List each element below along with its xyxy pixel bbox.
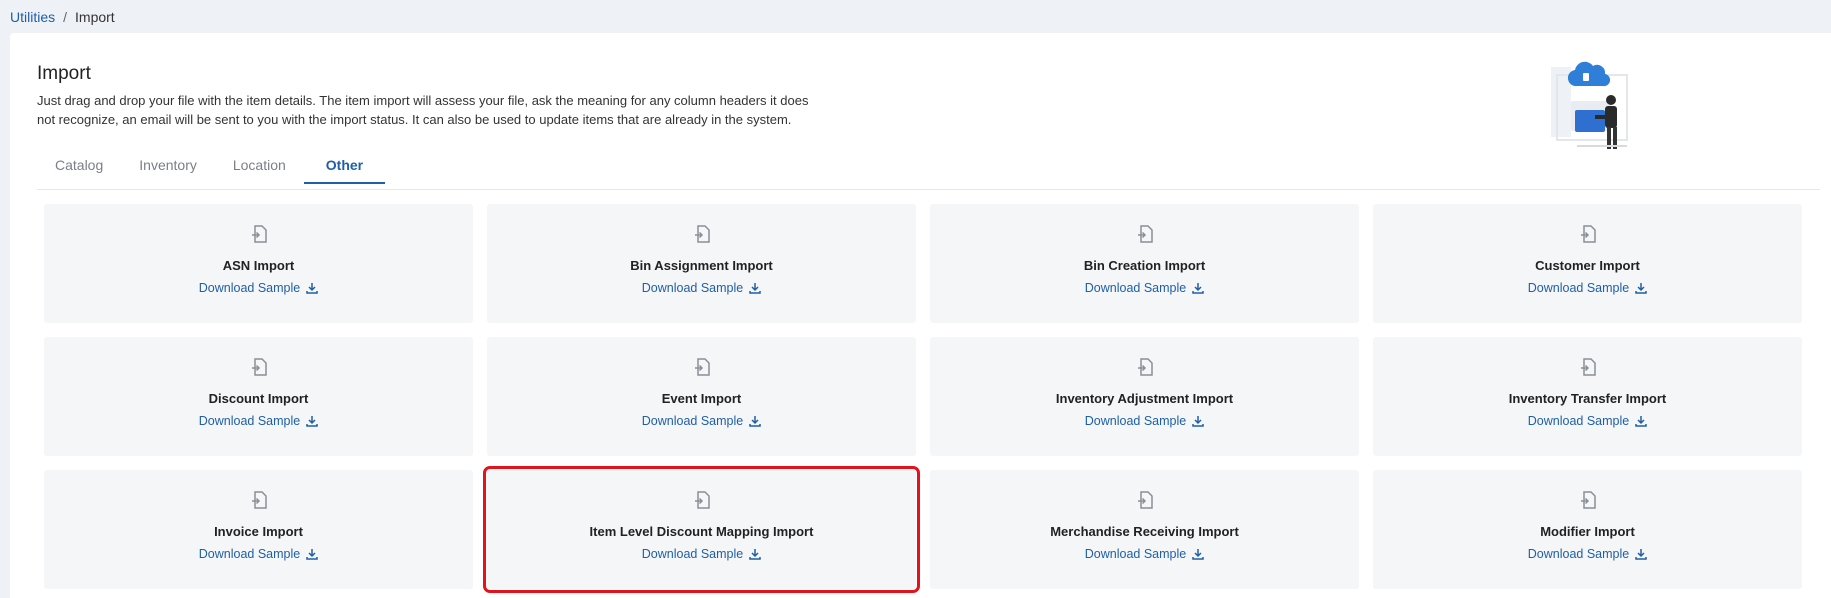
breadcrumb-current: Import bbox=[75, 8, 115, 25]
file-import-icon bbox=[1580, 225, 1596, 243]
file-import-icon bbox=[694, 491, 710, 509]
download-label: Download Sample bbox=[1084, 281, 1187, 295]
tab-catalog[interactable]: Catalog bbox=[37, 148, 121, 182]
card-title: Modifier Import bbox=[1540, 524, 1635, 539]
download-label: Download Sample bbox=[198, 281, 301, 295]
download-icon bbox=[749, 283, 761, 294]
file-import-icon bbox=[694, 225, 710, 243]
import-card-discount[interactable]: Discount Import Download Sample bbox=[44, 337, 473, 456]
import-card-item-level-discount-mapping[interactable]: Item Level Discount Mapping Import Downl… bbox=[483, 466, 920, 593]
card-title: Inventory Adjustment Import bbox=[1055, 391, 1234, 406]
download-icon bbox=[1635, 549, 1647, 560]
download-icon bbox=[1192, 549, 1204, 560]
import-card-modifier[interactable]: Modifier Import Download Sample bbox=[1373, 470, 1802, 589]
card-title: Inventory Transfer Import bbox=[1508, 391, 1667, 406]
card-title: Item Level Discount Mapping Import bbox=[589, 524, 814, 539]
download-icon bbox=[306, 416, 318, 427]
download-label: Download Sample bbox=[1084, 547, 1187, 561]
download-icon bbox=[1192, 283, 1204, 294]
import-card-grid: ASN Import Download Sample Bin Assignmen… bbox=[44, 204, 1802, 593]
card-title: Bin Creation Import bbox=[1083, 258, 1206, 273]
import-panel: Import Just drag and drop your file with… bbox=[10, 33, 1831, 598]
download-icon bbox=[749, 416, 761, 427]
tab-other[interactable]: Other bbox=[303, 148, 386, 184]
breadcrumb-utilities-link[interactable]: Utilities bbox=[10, 9, 55, 25]
download-sample-link[interactable]: Download Sample bbox=[1528, 414, 1647, 428]
download-icon bbox=[1192, 416, 1204, 427]
file-import-icon bbox=[1137, 358, 1153, 376]
download-label: Download Sample bbox=[1084, 414, 1187, 428]
download-sample-link[interactable]: Download Sample bbox=[642, 281, 761, 295]
file-import-icon bbox=[251, 358, 267, 376]
download-sample-link[interactable]: Download Sample bbox=[1085, 281, 1204, 295]
download-label: Download Sample bbox=[641, 414, 744, 428]
download-label: Download Sample bbox=[198, 547, 301, 561]
download-sample-link[interactable]: Download Sample bbox=[199, 414, 318, 428]
import-card-inventory-transfer[interactable]: Inventory Transfer Import Download Sampl… bbox=[1373, 337, 1802, 456]
card-title: Discount Import bbox=[208, 391, 309, 406]
card-title: Merchandise Receiving Import bbox=[1050, 524, 1239, 539]
import-card-bin-creation[interactable]: Bin Creation Import Download Sample bbox=[930, 204, 1359, 323]
download-sample-link[interactable]: Download Sample bbox=[1085, 547, 1204, 561]
file-import-icon bbox=[251, 225, 267, 243]
download-sample-link[interactable]: Download Sample bbox=[1528, 547, 1647, 561]
download-sample-link[interactable]: Download Sample bbox=[642, 414, 761, 428]
download-icon bbox=[1635, 416, 1647, 427]
page-description: Just drag and drop your file with the it… bbox=[37, 93, 809, 127]
file-import-icon bbox=[1580, 491, 1596, 509]
breadcrumb-separator: / bbox=[63, 8, 68, 25]
download-icon bbox=[306, 549, 318, 560]
file-import-icon bbox=[1137, 491, 1153, 509]
card-title: Customer Import bbox=[1535, 258, 1640, 273]
import-card-inventory-adjustment[interactable]: Inventory Adjustment Import Download Sam… bbox=[930, 337, 1359, 456]
import-card-asn[interactable]: ASN Import Download Sample bbox=[44, 204, 473, 323]
card-title: ASN Import bbox=[222, 258, 295, 273]
file-import-icon bbox=[694, 358, 710, 376]
tab-location[interactable]: Location bbox=[215, 148, 304, 182]
import-card-invoice[interactable]: Invoice Import Download Sample bbox=[44, 470, 473, 589]
download-label: Download Sample bbox=[1527, 547, 1630, 561]
import-card-bin-assignment[interactable]: Bin Assignment Import Download Sample bbox=[487, 204, 916, 323]
import-card-merchandise-receiving[interactable]: Merchandise Receiving Import Download Sa… bbox=[930, 470, 1359, 589]
tab-divider bbox=[37, 189, 1820, 190]
page-title: Import bbox=[37, 63, 91, 84]
file-import-icon bbox=[1580, 358, 1596, 376]
import-card-event[interactable]: Event Import Download Sample bbox=[487, 337, 916, 456]
download-icon bbox=[1635, 283, 1647, 294]
tab-inventory[interactable]: Inventory bbox=[121, 148, 215, 182]
breadcrumb: Utilities / Import bbox=[0, 0, 1831, 33]
download-sample-link[interactable]: Download Sample bbox=[642, 547, 761, 561]
download-icon bbox=[306, 283, 318, 294]
download-sample-link[interactable]: Download Sample bbox=[1085, 414, 1204, 428]
download-sample-link[interactable]: Download Sample bbox=[1528, 281, 1647, 295]
download-sample-link[interactable]: Download Sample bbox=[199, 547, 318, 561]
download-label: Download Sample bbox=[641, 281, 744, 295]
card-title: Event Import bbox=[661, 391, 742, 406]
download-label: Download Sample bbox=[641, 547, 744, 561]
file-import-icon bbox=[1137, 225, 1153, 243]
import-card-customer[interactable]: Customer Import Download Sample bbox=[1373, 204, 1802, 323]
download-icon bbox=[749, 549, 761, 560]
file-import-icon bbox=[251, 491, 267, 509]
import-tabs: Catalog Inventory Location Other bbox=[37, 148, 386, 184]
download-label: Download Sample bbox=[1527, 414, 1630, 428]
download-label: Download Sample bbox=[198, 414, 301, 428]
import-illustration-icon bbox=[1551, 61, 1628, 149]
card-title: Invoice Import bbox=[214, 524, 303, 539]
card-title: Bin Assignment Import bbox=[630, 258, 773, 273]
download-label: Download Sample bbox=[1527, 281, 1630, 295]
download-sample-link[interactable]: Download Sample bbox=[199, 281, 318, 295]
